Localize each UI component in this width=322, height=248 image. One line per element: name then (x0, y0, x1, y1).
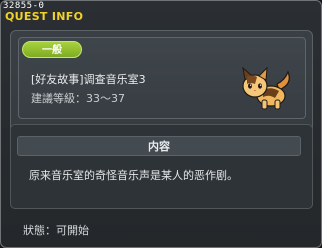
quest-info-window: 32855-0 QUEST INFO 一般 [好友故事]调查音乐室3 建議等級：… (0, 0, 322, 248)
quest-status: 狀態：可開始 (23, 224, 89, 237)
window-title: QUEST INFO (5, 10, 84, 23)
quest-description: 原来音乐室的奇怪音乐声是某人的恶作剧。 (29, 169, 238, 182)
quest-name: [好友故事]调查音乐室3 (31, 73, 146, 86)
quest-level-requirement: 建議等級：33～37 (31, 92, 125, 105)
content-section-header: 内容 (17, 136, 301, 156)
cat-icon (242, 66, 290, 110)
quest-category-badge: 一般 (22, 41, 82, 58)
